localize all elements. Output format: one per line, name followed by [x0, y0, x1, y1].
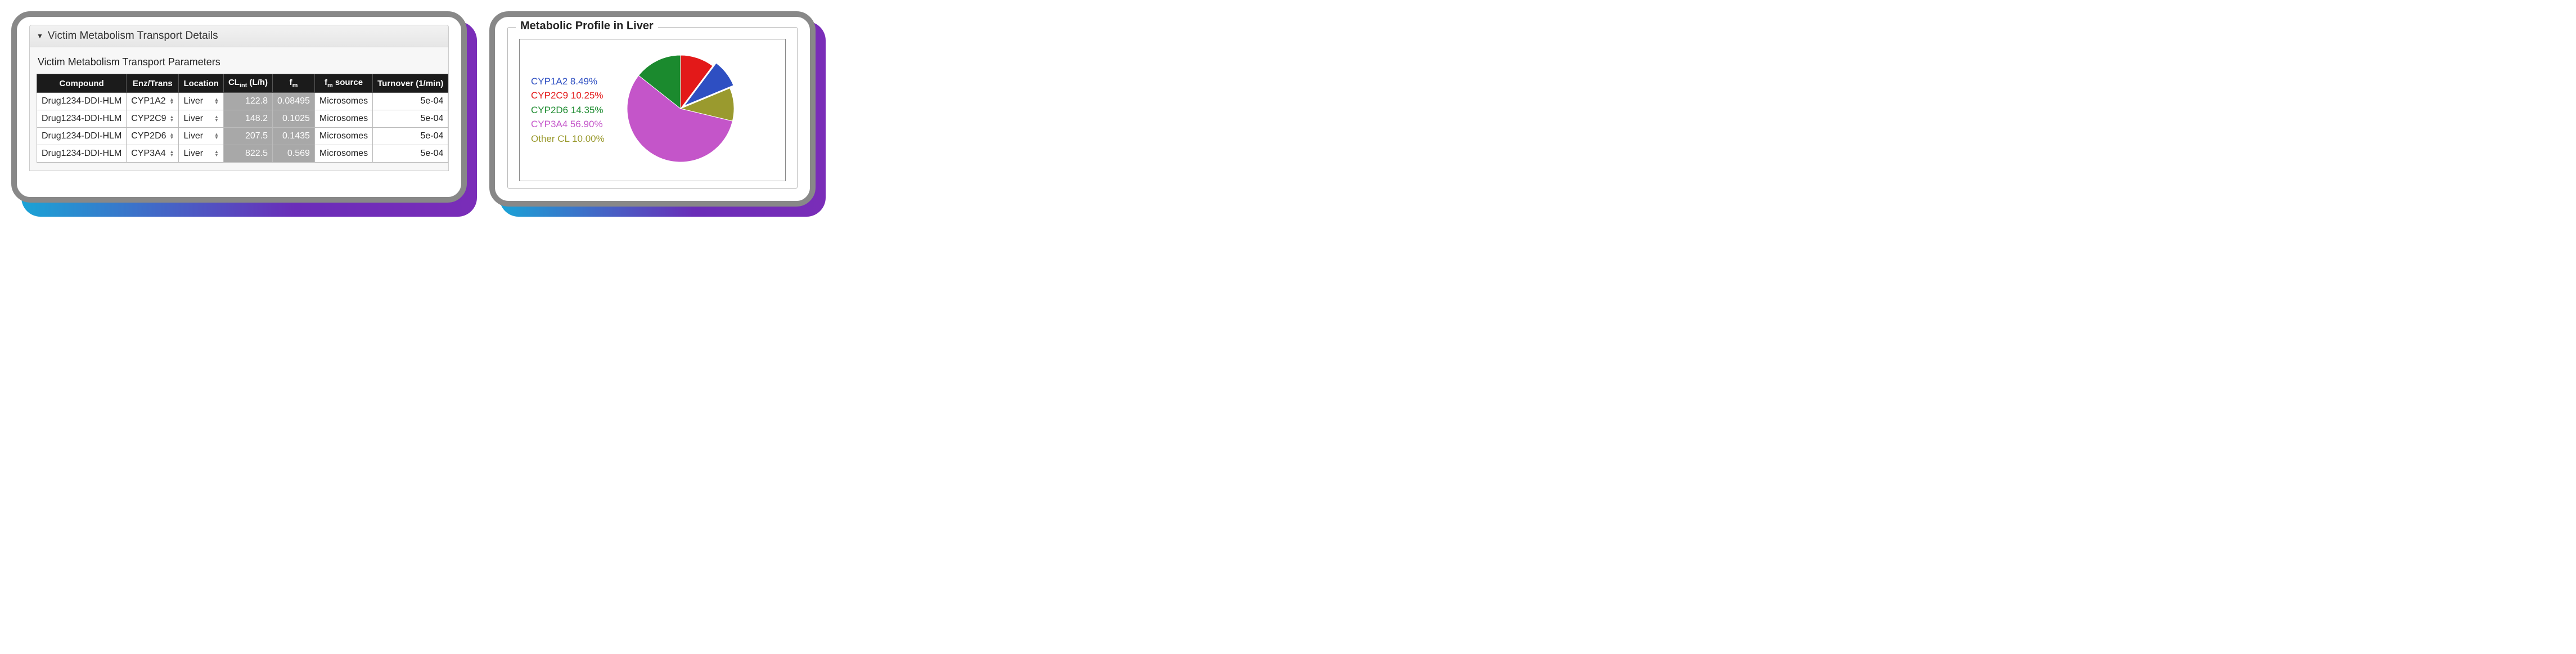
- cell-turnover: 5e-04: [373, 128, 448, 145]
- cell-fmsrc: Microsomes: [314, 110, 372, 128]
- cell-clint[interactable]: 207.5: [223, 128, 272, 145]
- col-fm-source: fm source: [314, 74, 372, 93]
- cell-clint[interactable]: 148.2: [223, 110, 272, 128]
- legend-item: Other CL 10.00%: [531, 132, 605, 146]
- cell-compound: Drug1234-DDI-HLM: [37, 128, 127, 145]
- col-clint: CLint (L/h): [223, 74, 272, 93]
- cell-turnover: 5e-04: [373, 110, 448, 128]
- cell-fm[interactable]: 0.08495: [273, 93, 315, 110]
- stepper-icon[interactable]: ▲▼: [214, 98, 219, 105]
- table-row: Drug1234-DDI-HLM CYP1A2▲▼ Liver▲▼ 122.8 …: [37, 93, 448, 110]
- panel-header[interactable]: ▼ Victim Metabolism Transport Details: [29, 25, 449, 47]
- col-fm: fm: [273, 74, 315, 93]
- cell-compound: Drug1234-DDI-HLM: [37, 110, 127, 128]
- cell-clint[interactable]: 122.8: [223, 93, 272, 110]
- right-panel-wrap: Metabolic Profile in Liver CYP1A2 8.49%C…: [489, 11, 816, 207]
- cell-clint[interactable]: 822.5: [223, 145, 272, 163]
- panel-title: Victim Metabolism Transport Details: [48, 30, 218, 42]
- profile-fieldset: Metabolic Profile in Liver CYP1A2 8.49%C…: [507, 27, 798, 189]
- cell-location[interactable]: Liver▲▼: [179, 145, 224, 163]
- cell-fmsrc: Microsomes: [314, 128, 372, 145]
- stepper-icon[interactable]: ▲▼: [214, 150, 219, 157]
- table-row: Drug1234-DDI-HLM CYP2D6▲▼ Liver▲▼ 207.5 …: [37, 128, 448, 145]
- stepper-icon[interactable]: ▲▼: [170, 98, 174, 105]
- legend-item: CYP3A4 56.90%: [531, 117, 605, 132]
- cell-compound: Drug1234-DDI-HLM: [37, 145, 127, 163]
- cell-location[interactable]: Liver▲▼: [179, 93, 224, 110]
- pie-chart: [622, 50, 740, 171]
- col-turnover: Turnover (1/min): [373, 74, 448, 93]
- col-compound: Compound: [37, 74, 127, 93]
- cell-enz[interactable]: CYP2D6▲▼: [127, 128, 179, 145]
- cell-enz[interactable]: CYP3A4▲▼: [127, 145, 179, 163]
- cell-fm[interactable]: 0.1435: [273, 128, 315, 145]
- table-row: Drug1234-DDI-HLM CYP2C9▲▼ Liver▲▼ 148.2 …: [37, 110, 448, 128]
- cell-location[interactable]: Liver▲▼: [179, 110, 224, 128]
- cell-enz[interactable]: CYP2C9▲▼: [127, 110, 179, 128]
- cell-enz[interactable]: CYP1A2▲▼: [127, 93, 179, 110]
- stepper-icon[interactable]: ▲▼: [170, 115, 174, 122]
- cell-turnover: 5e-04: [373, 145, 448, 163]
- stepper-icon[interactable]: ▲▼: [214, 115, 219, 122]
- cell-fm[interactable]: 0.569: [273, 145, 315, 163]
- table-header-row: Compound Enz/Trans Location CLint (L/h) …: [37, 74, 448, 93]
- cell-fm[interactable]: 0.1025: [273, 110, 315, 128]
- cell-fmsrc: Microsomes: [314, 93, 372, 110]
- cell-turnover: 5e-04: [373, 93, 448, 110]
- left-panel-wrap: ▼ Victim Metabolism Transport Details Vi…: [11, 11, 467, 207]
- stepper-icon[interactable]: ▲▼: [170, 150, 174, 157]
- legend-item: CYP2D6 14.35%: [531, 103, 605, 118]
- cell-fmsrc: Microsomes: [314, 145, 372, 163]
- metabolic-profile-card: Metabolic Profile in Liver CYP1A2 8.49%C…: [489, 11, 816, 207]
- profile-title: Metabolic Profile in Liver: [516, 20, 658, 33]
- parameters-table: Compound Enz/Trans Location CLint (L/h) …: [37, 74, 448, 163]
- profile-inner: CYP1A2 8.49%CYP2C9 10.25%CYP2D6 14.35%CY…: [519, 39, 786, 181]
- stepper-icon[interactable]: ▲▼: [214, 133, 219, 140]
- cell-compound: Drug1234-DDI-HLM: [37, 93, 127, 110]
- col-enz-trans: Enz/Trans: [127, 74, 179, 93]
- col-location: Location: [179, 74, 224, 93]
- panel-body: Victim Metabolism Transport Parameters C…: [29, 47, 449, 171]
- legend-item: CYP1A2 8.49%: [531, 74, 605, 89]
- pie-legend: CYP1A2 8.49%CYP2C9 10.25%CYP2D6 14.35%CY…: [531, 74, 605, 146]
- parameters-subhead: Victim Metabolism Transport Parameters: [38, 56, 442, 68]
- stepper-icon[interactable]: ▲▼: [170, 133, 174, 140]
- victim-metabolism-card: ▼ Victim Metabolism Transport Details Vi…: [11, 11, 467, 203]
- table-row: Drug1234-DDI-HLM CYP3A4▲▼ Liver▲▼ 822.5 …: [37, 145, 448, 163]
- collapse-triangle-icon[interactable]: ▼: [37, 32, 43, 40]
- cell-location[interactable]: Liver▲▼: [179, 128, 224, 145]
- pie-svg: [622, 50, 740, 168]
- legend-item: CYP2C9 10.25%: [531, 88, 605, 103]
